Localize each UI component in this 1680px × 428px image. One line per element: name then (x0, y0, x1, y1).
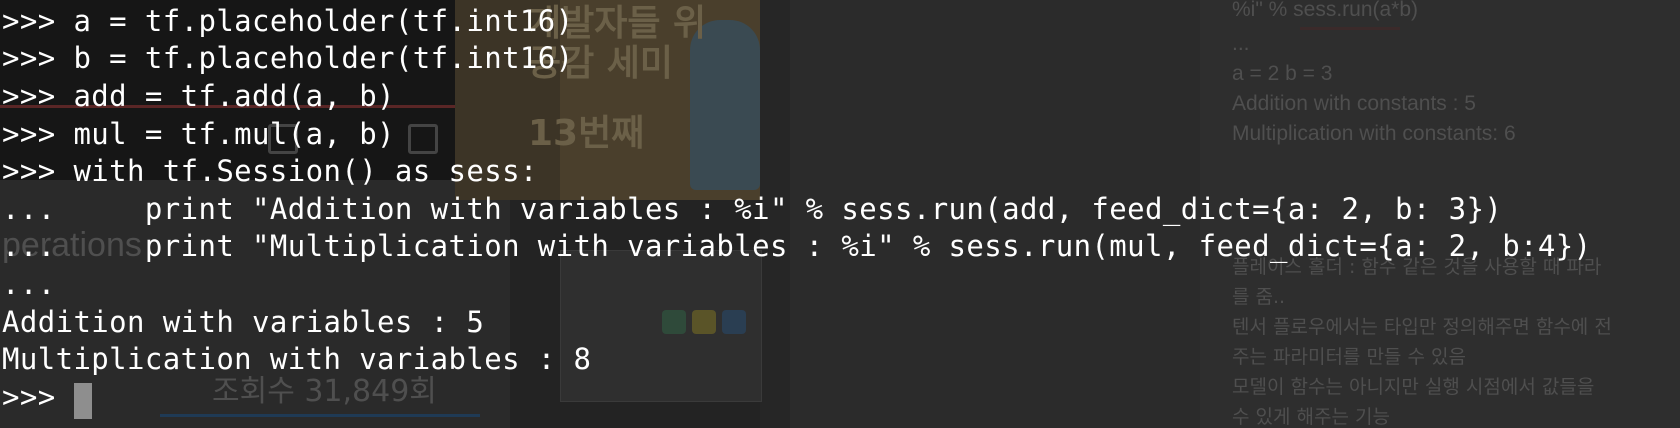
python-terminal[interactable]: >>> a = tf.placeholder(tf.int16) >>> b =… (0, 0, 1680, 428)
terminal-line: ... (2, 267, 56, 301)
terminal-line: >>> a = tf.placeholder(tf.int16) (2, 4, 574, 38)
text-cursor (74, 383, 92, 419)
terminal-line: ... print "Multiplication with variables… (2, 229, 1592, 263)
terminal-line: >>> with tf.Session() as sess: (2, 154, 538, 188)
terminal-line: >>> add = tf.add(a, b) (2, 79, 395, 113)
terminal-line: >>> b = tf.placeholder(tf.int16) (2, 41, 574, 75)
desktop-screen: 개발자들 위 공감 세미 13번째 perations 조회수 31,849회 … (0, 0, 1680, 428)
terminal-line: Multiplication with variables : 8 (2, 342, 592, 376)
terminal-line: >>> mul = tf.mul(a, b) (2, 117, 395, 151)
terminal-line: ... print "Addition with variables : %i"… (2, 192, 1503, 226)
terminal-prompt[interactable]: >>> (2, 378, 73, 416)
terminal-line: Addition with variables : 5 (2, 305, 485, 339)
